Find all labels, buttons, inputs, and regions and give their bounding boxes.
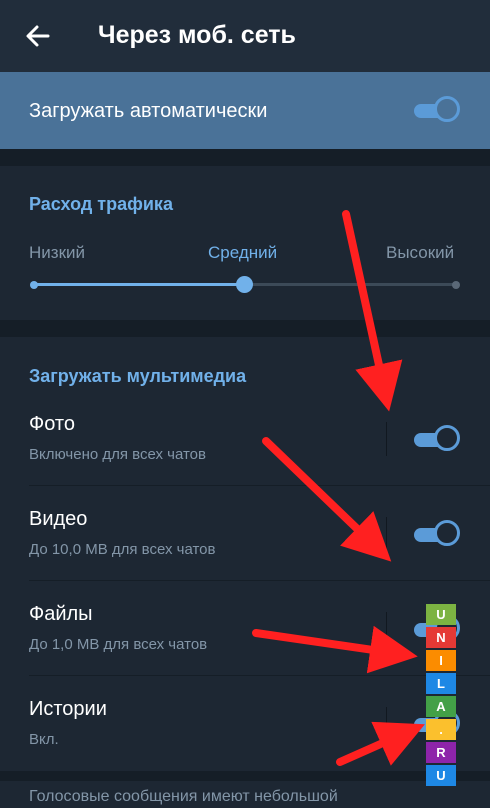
item-subtitle: До 10,0 MB для всех чатов: [29, 541, 216, 558]
video-toggle[interactable]: [414, 520, 460, 547]
traffic-section-title: Расход трафика: [29, 194, 173, 214]
list-item-stories[interactable]: Истории Вкл.: [0, 677, 490, 771]
item-subtitle: До 1,0 MB для всех чатов: [29, 636, 208, 653]
watermark-letter: A: [426, 696, 456, 717]
row-divider: [29, 580, 490, 581]
arrow-left-icon[interactable]: [22, 20, 54, 52]
watermark-letter: N: [426, 627, 456, 648]
slider-track-empty: [244, 283, 456, 286]
auto-download-label: Загружать автоматически: [29, 100, 268, 122]
watermark-letter: L: [426, 673, 456, 694]
list-item-photo[interactable]: Фото Включено для всех чатов: [0, 392, 490, 486]
vertical-divider: [386, 422, 387, 456]
watermark-logo: U N I L A . R U: [426, 604, 456, 788]
item-title: Фото: [29, 413, 75, 435]
slider-track-filled: [34, 283, 244, 286]
voice-messages-note: Голосовые сообщения имеют небольшой: [29, 788, 338, 805]
slider-thumb[interactable]: [236, 276, 253, 293]
section-divider: [0, 320, 490, 337]
watermark-letter: .: [426, 719, 456, 740]
auto-download-toggle[interactable]: [414, 96, 460, 123]
item-subtitle: Включено для всех чатов: [29, 446, 206, 463]
slider-tick-high: [452, 281, 460, 289]
item-title: Видео: [29, 508, 88, 530]
page-title: Через моб. сеть: [98, 21, 296, 49]
traffic-level-medium[interactable]: Средний: [208, 242, 277, 264]
app-header: Через моб. сеть: [0, 0, 490, 72]
traffic-level-high[interactable]: Высокий: [386, 242, 454, 264]
item-title: Файлы: [29, 603, 93, 625]
section-divider: [0, 149, 490, 166]
photo-toggle[interactable]: [414, 425, 460, 452]
section-divider: [0, 771, 490, 781]
auto-download-row[interactable]: Загружать автоматически: [0, 72, 490, 149]
watermark-letter: U: [426, 765, 456, 786]
vertical-divider: [386, 612, 387, 646]
media-section-title: Загружать мультимедиа: [29, 366, 247, 386]
vertical-divider: [386, 707, 387, 741]
list-item-files[interactable]: Файлы До 1,0 MB для всех чатов: [0, 582, 490, 676]
vertical-divider: [386, 517, 387, 551]
row-divider: [29, 675, 490, 676]
list-item-video[interactable]: Видео До 10,0 MB для всех чатов: [0, 487, 490, 581]
item-subtitle: Вкл.: [29, 731, 59, 748]
watermark-letter: U: [426, 604, 456, 625]
watermark-letter: I: [426, 650, 456, 671]
item-title: Истории: [29, 698, 107, 720]
row-divider: [29, 485, 490, 486]
traffic-level-low[interactable]: Низкий: [29, 242, 85, 264]
watermark-letter: R: [426, 742, 456, 763]
